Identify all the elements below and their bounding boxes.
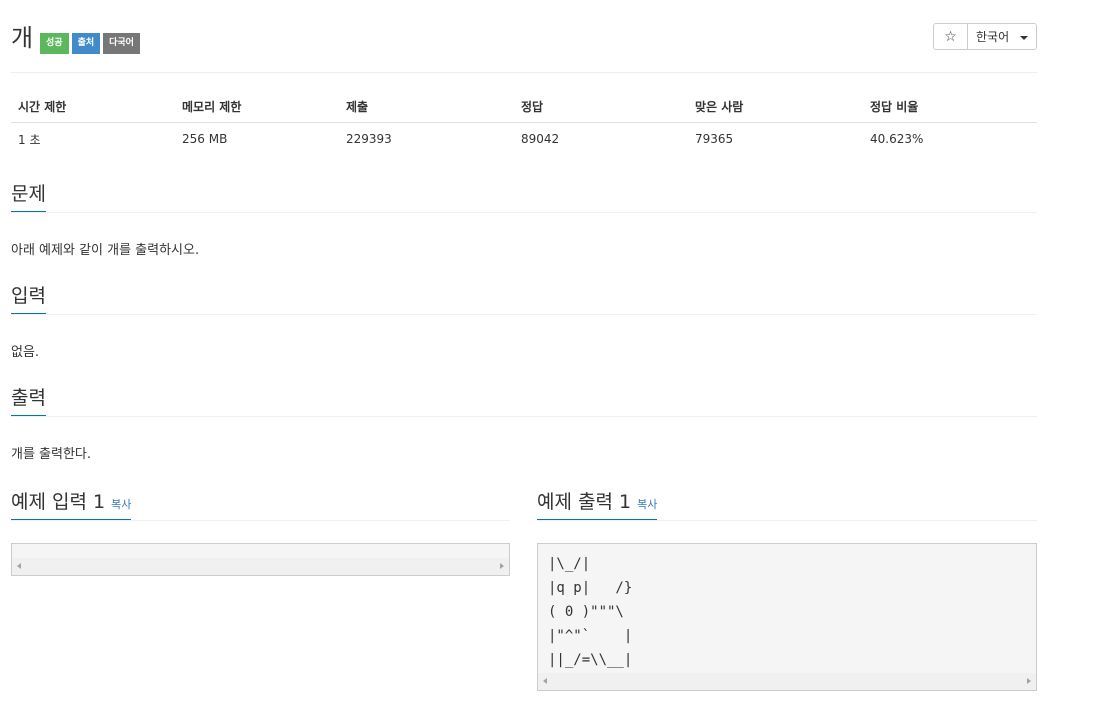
caret-down-icon bbox=[1020, 35, 1028, 40]
star-icon: ☆ bbox=[944, 28, 957, 45]
header-time-limit: 시간 제한 bbox=[18, 99, 67, 114]
problem-toolbar: ☆ 한국어 bbox=[933, 23, 1037, 50]
problem-section: 문제 아래 예제와 같이 개를 출력하시오. bbox=[11, 180, 1037, 258]
output-line: |q p| /} bbox=[548, 580, 633, 596]
favorite-button[interactable]: ☆ bbox=[933, 23, 968, 50]
table-header-row: 시간 제한 메모리 제한 제출 정답 맞은 사람 정답 비율 bbox=[11, 90, 1037, 123]
problem-header: 개 성공 출처 다국어 ☆ 한국어 bbox=[11, 0, 1037, 73]
sample-output-title: 예제 출력 1 bbox=[537, 491, 632, 513]
value-memory-limit: 256 MB bbox=[182, 132, 228, 146]
language-label: 한국어 bbox=[976, 30, 1010, 44]
output-description: 개를 출력한다. bbox=[11, 447, 92, 462]
section-title-problem: 문제 bbox=[11, 180, 46, 212]
output-line: ||_/=\\__| bbox=[548, 652, 633, 668]
header-memory-limit: 메모리 제한 bbox=[182, 99, 242, 114]
copy-output-button[interactable]: 복사 bbox=[637, 498, 657, 511]
value-ratio: 40.623% bbox=[870, 132, 924, 146]
copy-input-button[interactable]: 복사 bbox=[111, 498, 131, 511]
sample-input-section: 예제 입력 1 복사 bbox=[11, 488, 510, 521]
sample-input-title: 예제 입력 1 bbox=[11, 491, 106, 513]
sample-output-box[interactable]: |\_/| |q p| /} ( 0 )"""\ |"^"` | ||_/=\\… bbox=[537, 543, 1037, 691]
language-dropdown[interactable]: 한국어 bbox=[968, 23, 1037, 50]
problem-title: 개 bbox=[11, 24, 34, 52]
value-solvers[interactable]: 79365 bbox=[688, 132, 863, 146]
output-line: |"^"` | bbox=[548, 628, 633, 644]
section-title-input: 입력 bbox=[11, 282, 46, 314]
problem-info-table: 시간 제한 메모리 제한 제출 정답 맞은 사람 정답 비율 1 초 256 M… bbox=[11, 90, 1037, 155]
badge-multilingual[interactable]: 다국어 bbox=[103, 33, 140, 54]
horizontal-scrollbar[interactable] bbox=[12, 558, 509, 575]
scroll-left-icon[interactable] bbox=[543, 678, 547, 684]
output-line: ( 0 )"""\ bbox=[548, 604, 624, 620]
scroll-right-icon[interactable] bbox=[1027, 678, 1031, 684]
scroll-right-icon[interactable] bbox=[500, 563, 504, 569]
problem-page: 개 성공 출처 다국어 ☆ 한국어 시간 제한 메모리 제한 제출 정답 맞은 … bbox=[11, 0, 1037, 691]
header-solvers: 맞은 사람 bbox=[695, 99, 744, 114]
section-title-output: 출력 bbox=[11, 384, 46, 416]
value-submissions[interactable]: 229393 bbox=[339, 132, 514, 146]
input-section: 입력 없음. bbox=[11, 282, 1037, 360]
header-submissions: 제출 bbox=[346, 99, 369, 114]
badge-group: 성공 출처 다국어 bbox=[40, 33, 140, 54]
input-description: 없음. bbox=[11, 345, 40, 360]
horizontal-scrollbar[interactable] bbox=[538, 673, 1036, 690]
sample-output-text: |\_/| |q p| /} ( 0 )"""\ |"^"` | ||_/=\\… bbox=[538, 544, 1036, 672]
output-line: |\_/| bbox=[548, 556, 591, 572]
sample-input-box[interactable] bbox=[11, 543, 510, 576]
sample-output-section: 예제 출력 1 복사 bbox=[537, 488, 1037, 521]
scroll-left-icon[interactable] bbox=[17, 563, 21, 569]
badge-success[interactable]: 성공 bbox=[40, 33, 69, 54]
badge-source[interactable]: 출처 bbox=[71, 33, 101, 54]
value-time-limit: 1 초 bbox=[18, 132, 41, 147]
table-row: 1 초 256 MB 229393 89042 79365 40.623% bbox=[11, 123, 1037, 155]
header-accepted: 정답 bbox=[521, 99, 544, 114]
problem-description: 아래 예제와 같이 개를 출력하시오. bbox=[11, 243, 200, 258]
header-ratio: 정답 비율 bbox=[870, 99, 919, 114]
value-accepted[interactable]: 89042 bbox=[514, 132, 688, 146]
output-section: 출력 개를 출력한다. bbox=[11, 384, 1037, 462]
